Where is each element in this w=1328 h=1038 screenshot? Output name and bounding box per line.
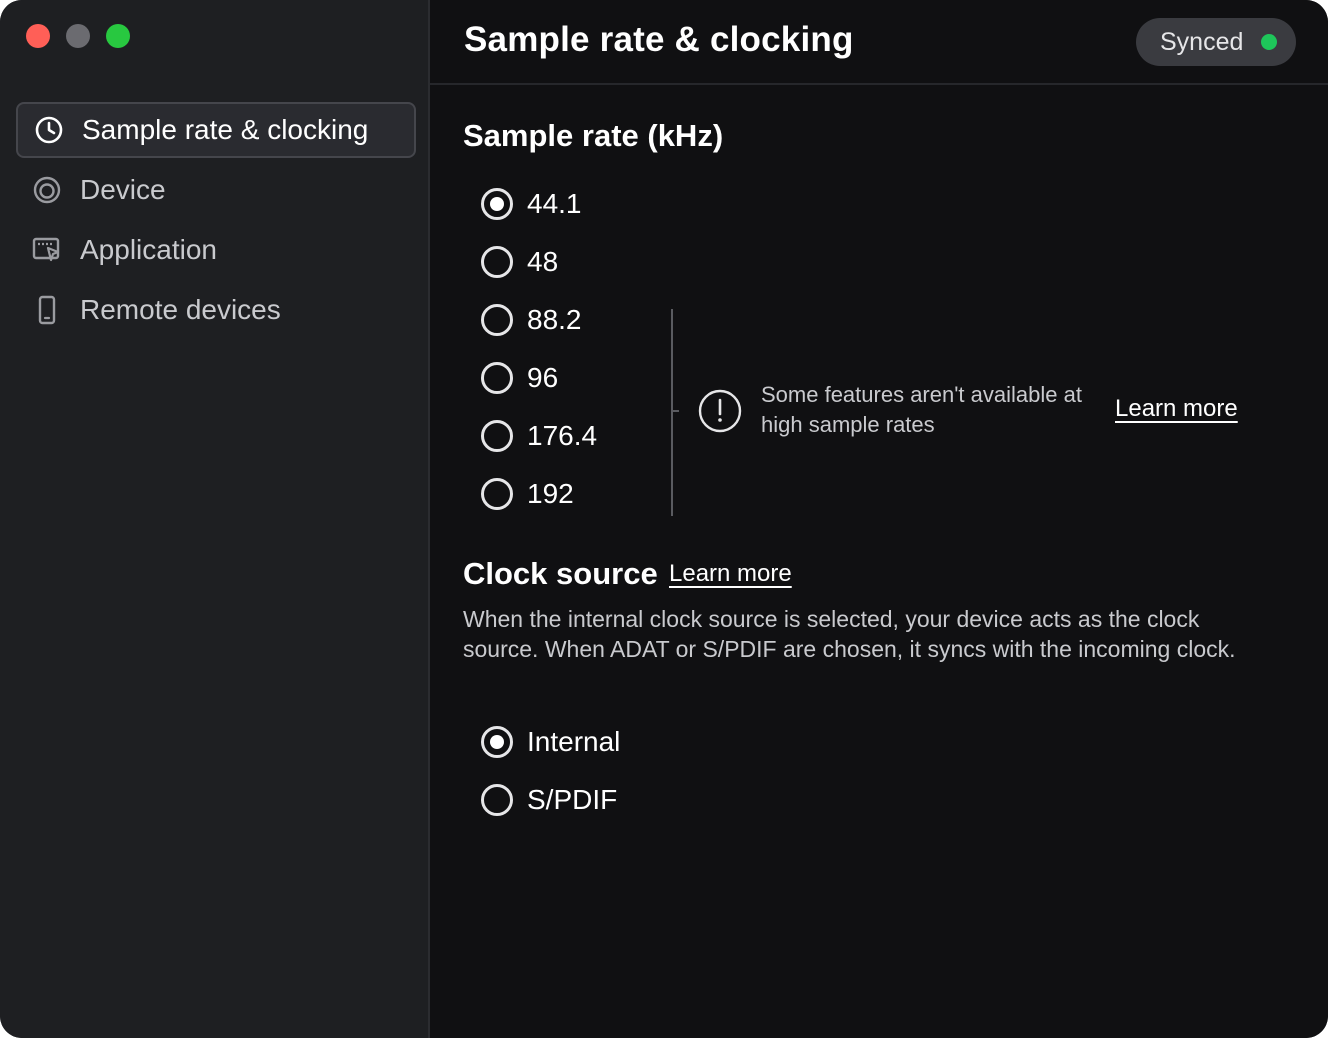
status-label: Synced <box>1160 27 1244 56</box>
radio-button[interactable] <box>481 304 513 336</box>
radio-clock-spdif[interactable]: S/PDIF <box>481 780 617 820</box>
radio-sample-rate-44-1[interactable]: 44.1 <box>481 184 582 224</box>
high-sample-rate-notice: Some features aren't available at high s… <box>761 382 1082 437</box>
status-dot-icon <box>1261 34 1278 50</box>
radio-button[interactable] <box>481 188 513 220</box>
learn-more-link-clock-source[interactable]: Learn more <box>669 560 792 588</box>
bracket-tick <box>671 410 679 412</box>
header: Sample rate & clocking Synced <box>430 0 1328 85</box>
window-controls <box>26 24 130 48</box>
sidebar-nav: Sample rate & clocking Device Applicatio… <box>16 102 416 342</box>
radio-sample-rate-176-4[interactable]: 176.4 <box>481 416 597 456</box>
sample-rate-title: Sample rate (kHz) <box>463 118 724 153</box>
main-panel: Sample rate & clocking Synced Sample rat… <box>430 0 1328 1038</box>
sidebar-item-sample-rate-clocking[interactable]: Sample rate & clocking <box>16 102 416 158</box>
app-window: Sample rate & clocking Device Applicatio… <box>0 0 1328 1038</box>
clock-source-title: Clock source <box>463 556 658 591</box>
sidebar-item-label: Application <box>80 234 217 265</box>
radio-button[interactable] <box>481 246 513 278</box>
sidebar-item-application[interactable]: Application <box>16 222 416 278</box>
radio-clock-internal[interactable]: Internal <box>481 722 620 762</box>
radio-button[interactable] <box>481 362 513 394</box>
sidebar: Sample rate & clocking Device Applicatio… <box>0 0 430 1038</box>
radio-label: 44.1 <box>527 188 582 219</box>
radio-label: 48 <box>527 246 559 277</box>
phone-icon <box>32 295 62 325</box>
sidebar-item-remote-devices[interactable]: Remote devices <box>16 282 416 338</box>
clock-icon <box>34 115 64 145</box>
status-badge: Synced <box>1136 18 1296 66</box>
radio-label: 88.2 <box>527 304 582 335</box>
radio-sample-rate-96[interactable]: 96 <box>481 358 558 398</box>
clock-source-description: When the internal clock source is select… <box>463 606 1236 662</box>
radio-button[interactable] <box>481 478 513 510</box>
sidebar-item-label: Remote devices <box>80 294 281 325</box>
minimize-window-button[interactable] <box>66 24 90 48</box>
radio-sample-rate-48[interactable]: 48 <box>481 242 558 282</box>
radio-label: 96 <box>527 362 559 393</box>
learn-more-link-sample-rate[interactable]: Learn more <box>1115 395 1238 423</box>
radio-label: Internal <box>527 726 621 757</box>
sidebar-item-label: Sample rate & clocking <box>82 114 369 145</box>
radio-button[interactable] <box>481 784 513 816</box>
zoom-window-button[interactable] <box>106 24 130 48</box>
sidebar-item-device[interactable]: Device <box>16 162 416 218</box>
radio-sample-rate-88-2[interactable]: 88.2 <box>481 300 582 340</box>
close-window-button[interactable] <box>26 24 50 48</box>
radio-button[interactable] <box>481 726 513 758</box>
bracket-divider <box>671 309 673 516</box>
info-icon <box>698 389 742 433</box>
radio-sample-rate-192[interactable]: 192 <box>481 474 574 514</box>
page-title: Sample rate & clocking <box>464 20 854 59</box>
sidebar-item-label: Device <box>80 174 166 205</box>
radio-label: S/PDIF <box>527 784 618 815</box>
radio-label: 192 <box>527 478 574 509</box>
radio-label: 176.4 <box>527 420 598 451</box>
application-icon <box>32 235 62 265</box>
device-icon <box>32 175 62 205</box>
radio-button[interactable] <box>481 420 513 452</box>
